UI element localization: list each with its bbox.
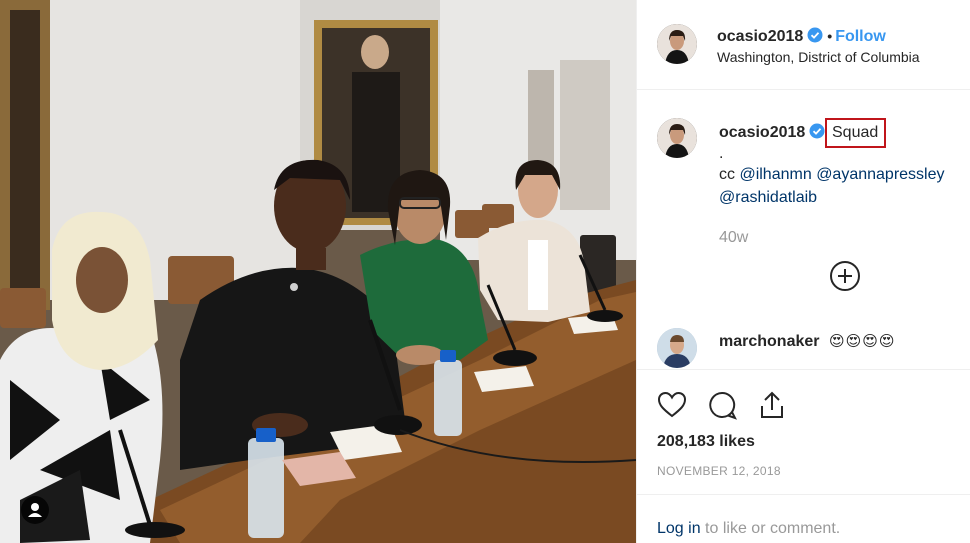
- post-sidebar: ocasio2018 • Follow Washington, District o…: [636, 0, 970, 543]
- caption-username-row: ocasio2018: [719, 123, 825, 142]
- caption-line-dot: .: [719, 145, 724, 162]
- verified-badge-icon: [809, 123, 825, 139]
- like-count[interactable]: 208,183 likes: [657, 433, 755, 451]
- post-age: 40w: [719, 229, 749, 246]
- login-prompt: Log in to like or comment.: [657, 520, 840, 538]
- author-username[interactable]: ocasio2018: [717, 28, 803, 45]
- separator-dot: •: [827, 28, 833, 44]
- user-tag-icon[interactable]: [21, 496, 49, 524]
- comment-row: marchonaker 😍😍😍😍: [637, 320, 970, 370]
- caption-block: ocasio2018 Squad . cc @ilhanmn @ayannapr…: [637, 90, 970, 320]
- commenter-username[interactable]: marchonaker: [719, 333, 820, 351]
- action-bar: [657, 390, 807, 422]
- heart-icon[interactable]: [657, 390, 687, 420]
- post-date: NOVEMBER 12, 2018: [657, 464, 781, 478]
- login-link[interactable]: Log in: [657, 520, 701, 537]
- location-link[interactable]: Washington, District of Columbia: [717, 49, 920, 65]
- caption-username[interactable]: ocasio2018: [719, 124, 805, 141]
- mention-link[interactable]: @rashidatlaib: [719, 189, 817, 207]
- caption-mentions-line: cc @ilhanmn @ayannapressley: [719, 166, 945, 184]
- mention-link[interactable]: @ilhanmn: [739, 166, 811, 183]
- caption-cc: cc: [719, 166, 735, 183]
- caption-avatar[interactable]: [657, 118, 697, 158]
- comment-text: 😍😍😍😍: [829, 333, 896, 350]
- login-footer: Log in to like or comment.: [637, 494, 970, 543]
- caption-text-highlighted: Squad: [825, 118, 886, 148]
- share-icon[interactable]: [757, 390, 787, 420]
- author-avatar[interactable]: [657, 24, 697, 64]
- login-prompt-text: to like or comment.: [705, 520, 841, 537]
- comment-icon[interactable]: [707, 390, 738, 420]
- post-photo[interactable]: [0, 0, 636, 543]
- commenter-avatar[interactable]: [657, 328, 697, 368]
- plus-circle-icon[interactable]: [830, 261, 860, 291]
- post-header: ocasio2018 • Follow Washington, District o…: [637, 0, 970, 90]
- verified-badge-icon: [807, 27, 823, 43]
- author-username-row: ocasio2018 • Follow: [717, 27, 886, 46]
- mention-link[interactable]: @ayannapressley: [816, 166, 944, 183]
- follow-button[interactable]: Follow: [835, 28, 886, 45]
